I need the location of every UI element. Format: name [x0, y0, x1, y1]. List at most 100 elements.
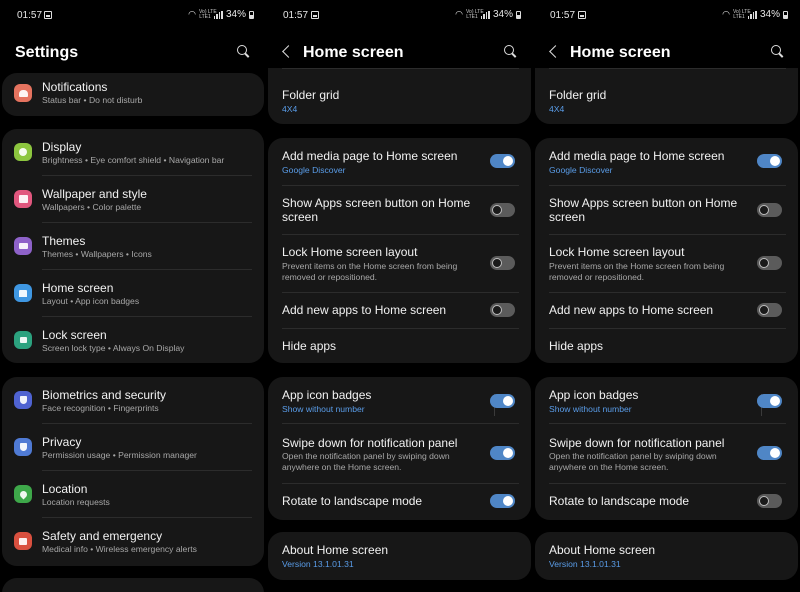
apps-button-item[interactable]: Show Apps screen button on Home screen [268, 186, 531, 235]
item-subtitle-line2: anywhere on the Home screen. [282, 462, 402, 472]
about-card: About Home screen Version 13.1.01.31 [268, 532, 531, 580]
add-new-apps-toggle[interactable] [757, 303, 782, 317]
about-home-screen-item[interactable]: About Home screen Version 13.1.01.31 [268, 532, 531, 580]
shield-icon [14, 391, 32, 409]
lock-layout-item[interactable]: Lock Home screen layout Prevent items on… [268, 235, 531, 293]
app-icon-badges-toggle[interactable] [490, 394, 515, 408]
hide-apps-item[interactable]: Hide apps [268, 329, 531, 363]
signal-icon [213, 10, 223, 19]
item-title: Rotate to landscape mode [549, 494, 690, 508]
item-subtitle: Permission usage • Permission manager [42, 450, 197, 460]
about-home-screen-item[interactable]: About Home screen Version 13.1.01.31 [535, 532, 798, 580]
settings-item-wallpaper[interactable]: Wallpaper and style Wallpapers • Color p… [2, 176, 264, 223]
rotate-landscape-toggle[interactable] [757, 494, 782, 508]
item-title-line2: screen [549, 210, 586, 224]
settings-item-home-screen[interactable]: Home screen Layout • App icon badges [2, 270, 264, 317]
status-bar: 01:57 ◠ Vo) LTE LTE1 34% [0, 0, 266, 30]
location-pin-icon [14, 485, 32, 503]
folder-grid-item[interactable]: Folder grid 4X4 [535, 76, 798, 124]
item-title: Add new apps to Home screen [549, 303, 714, 317]
item-title: Themes [42, 234, 86, 248]
item-title: Biometrics and security [42, 388, 167, 402]
item-subtitle: Prevent items on the Home screen from be… [549, 261, 725, 271]
item-title: Safety and emergency [42, 529, 163, 543]
page-title: Home screen [303, 44, 404, 61]
status-bar: 01:57 ◠ Vo) LTE LTE1 34% [533, 0, 800, 30]
add-new-apps-toggle[interactable] [490, 303, 515, 317]
rotate-landscape-toggle[interactable] [490, 494, 515, 508]
status-time: 01:57 [17, 10, 43, 21]
home-screen-settings-1: 01:57 ◠ Vo) LTE LTE1 34% Home screen Fol… [266, 0, 533, 592]
item-title: App icon badges [282, 388, 372, 402]
item-title: Show Apps screen button on Home [282, 196, 471, 210]
bell-icon [14, 84, 32, 102]
battery-percent: 34% [225, 9, 246, 20]
rotate-landscape-item[interactable]: Rotate to landscape mode [535, 484, 798, 520]
wifi-icon: ◠ [188, 9, 196, 19]
lock-layout-item[interactable]: Lock Home screen layout Prevent items on… [535, 235, 798, 293]
wifi-icon: ◠ [722, 9, 730, 19]
media-page-toggle[interactable] [757, 154, 782, 168]
battery-icon [516, 10, 521, 19]
signal-icon [480, 10, 490, 19]
item-subtitle: Prevent items on the Home screen from be… [282, 261, 458, 271]
swipe-down-item[interactable]: Swipe down for notification panel Open t… [268, 424, 531, 484]
settings-item-location[interactable]: Location Location requests [2, 471, 264, 518]
item-subtitle: Screen lock type • Always On Display [42, 343, 185, 353]
add-new-apps-item[interactable]: Add new apps to Home screen [268, 293, 531, 329]
item-subtitle: Layout • App icon badges [42, 296, 140, 306]
item-subtitle-line2: removed or repositioned. [282, 272, 378, 282]
item-title: About Home screen [549, 543, 656, 557]
swipe-down-toggle[interactable] [757, 446, 782, 460]
about-card: About Home screen Version 13.1.01.31 [535, 532, 798, 580]
rotate-landscape-item[interactable]: Rotate to landscape mode [268, 484, 531, 520]
item-title: Lock screen [42, 328, 107, 342]
swipe-down-toggle[interactable] [490, 446, 515, 460]
search-icon[interactable] [504, 45, 517, 58]
swipe-down-item[interactable]: Swipe down for notification panel Open t… [535, 424, 798, 484]
gallery-notification-icon [311, 11, 319, 19]
settings-item-notifications[interactable]: Notifications Status bar • Do not distur… [2, 73, 264, 116]
system-indicators: ◠ Vo) LTE LTE1 34% [455, 9, 521, 20]
sun-icon [14, 143, 32, 161]
search-icon[interactable] [237, 45, 250, 58]
battery-percent: 34% [759, 9, 780, 20]
hide-apps-item[interactable]: Hide apps [535, 329, 798, 363]
app-icon-badges-item[interactable]: App icon badges Show without number [268, 377, 531, 424]
media-page-toggle[interactable] [490, 154, 515, 168]
home-layout-group: Add media page to Home screen Google Dis… [535, 138, 798, 363]
item-subtitle: Version 13.1.01.31 [549, 559, 621, 569]
notifications-group: App icon badges Show without number Swip… [268, 377, 531, 520]
media-page-item[interactable]: Add media page to Home screen Google Dis… [268, 138, 531, 186]
folder-grid-item[interactable]: Folder grid 4X4 [268, 76, 531, 124]
search-icon[interactable] [771, 45, 784, 58]
app-icon-badges-item[interactable]: App icon badges Show without number [535, 377, 798, 424]
settings-item-biometrics[interactable]: Biometrics and security Face recognition… [2, 377, 264, 424]
item-value: 4X4 [549, 104, 565, 114]
back-icon[interactable] [549, 45, 562, 58]
item-subtitle: Show without number [549, 404, 632, 414]
item-subtitle: Google Discover [549, 165, 613, 175]
settings-item-privacy[interactable]: Privacy Permission usage • Permission ma… [2, 424, 264, 471]
back-icon[interactable] [282, 45, 295, 58]
settings-item-display[interactable]: Display Brightness • Eye comfort shield … [2, 129, 264, 176]
lock-layout-toggle[interactable] [757, 256, 782, 270]
home-screen-settings-2: 01:57 ◠ Vo) LTE LTE1 34% Home screen Fol… [533, 0, 800, 592]
apps-button-toggle[interactable] [490, 203, 515, 217]
page-title: Settings [15, 44, 79, 61]
item-title: Folder grid [549, 88, 607, 102]
apps-button-item[interactable]: Show Apps screen button on Home screen [535, 186, 798, 235]
apps-button-toggle[interactable] [757, 203, 782, 217]
item-subtitle: Open the notification panel by swiping d… [282, 451, 450, 461]
item-subtitle: Version 13.1.01.31 [282, 559, 354, 569]
settings-screen: 01:57 ◠ Vo) LTE LTE1 34% Settings Notifi… [0, 0, 266, 592]
settings-item-themes[interactable]: Themes Themes • Wallpapers • Icons [2, 223, 264, 270]
item-title: Add new apps to Home screen [282, 303, 447, 317]
app-icon-badges-toggle[interactable] [757, 394, 782, 408]
item-title: Location [42, 482, 88, 496]
lock-layout-toggle[interactable] [490, 256, 515, 270]
settings-item-safety[interactable]: Safety and emergency Medical info • Wire… [2, 518, 264, 565]
media-page-item[interactable]: Add media page to Home screen Google Dis… [535, 138, 798, 186]
settings-item-lock-screen[interactable]: Lock screen Screen lock type • Always On… [2, 317, 264, 363]
add-new-apps-item[interactable]: Add new apps to Home screen [535, 293, 798, 329]
